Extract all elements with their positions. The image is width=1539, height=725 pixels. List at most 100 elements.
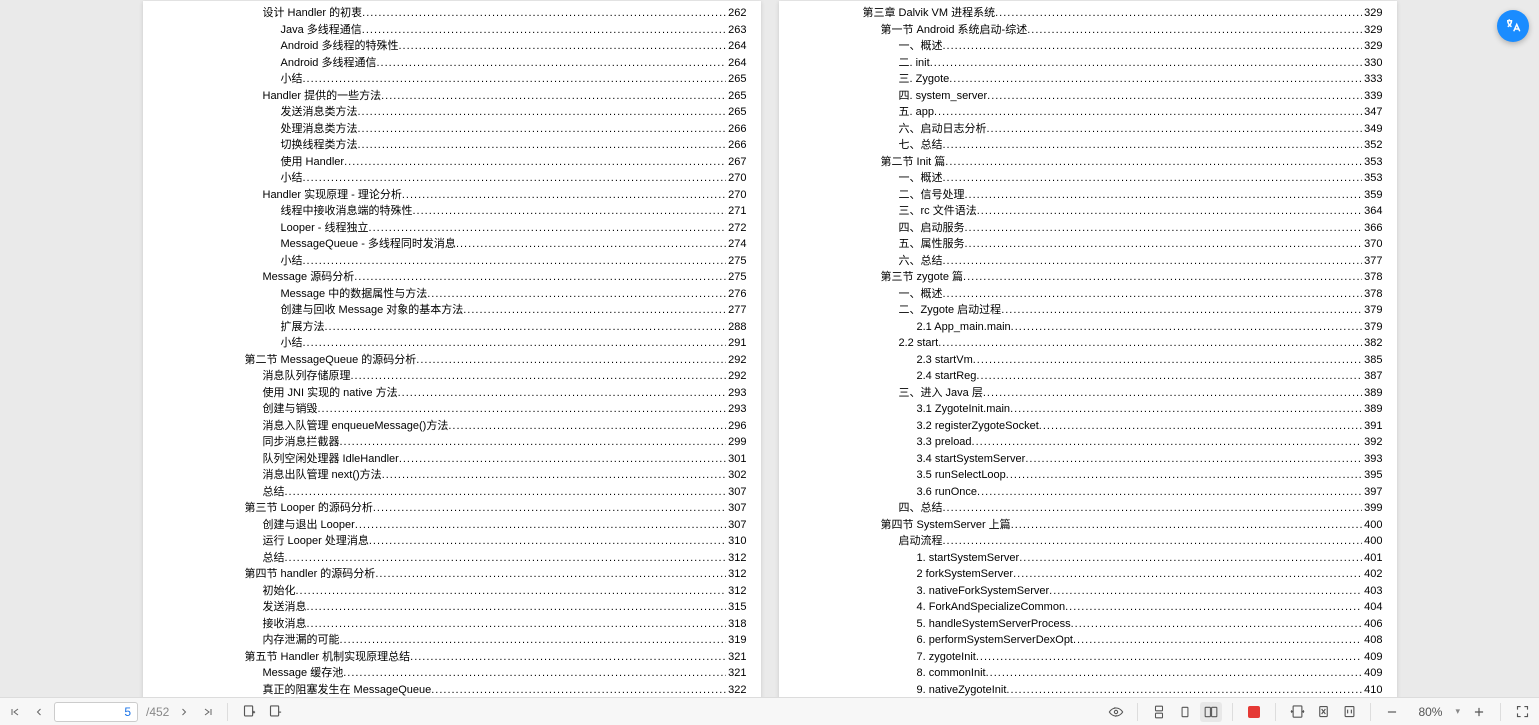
toc-entry[interactable]: Java 多线程通信..............................…: [157, 22, 747, 39]
toc-entry[interactable]: Message 源码分析............................…: [157, 269, 747, 286]
continuous-view-button[interactable]: [1148, 702, 1170, 722]
toc-entry[interactable]: 发送消息....................................…: [157, 599, 747, 616]
eye-protect-button[interactable]: [1105, 702, 1127, 722]
toc-entry[interactable]: 处理消息类方法.................................…: [157, 121, 747, 138]
toc-entry[interactable]: Android 多线程的特殊性.........................…: [157, 38, 747, 55]
toc-entry[interactable]: 7. zygoteInit...........................…: [793, 649, 1383, 666]
toc-entry[interactable]: 内存泄漏的可能.................................…: [157, 632, 747, 649]
remove-note-button[interactable]: [264, 702, 286, 722]
toc-entry[interactable]: 小结......................................…: [157, 71, 747, 88]
add-note-button[interactable]: [238, 702, 260, 722]
chevron-down-icon[interactable]: ▾: [1455, 706, 1460, 717]
toc-entry[interactable]: 三. Zygote...............................…: [793, 71, 1383, 88]
toc-entry[interactable]: 创建与退出 Looper............................…: [157, 517, 747, 534]
toc-entry[interactable]: 运行 Looper 处理消息..........................…: [157, 533, 747, 550]
toc-entry[interactable]: 第四节 handler 的源码分析.......................…: [157, 566, 747, 583]
two-page-button[interactable]: [1200, 702, 1222, 722]
toc-entry[interactable]: 3.4 startSystemServer...................…: [793, 451, 1383, 468]
toc-entry[interactable]: 总结......................................…: [157, 484, 747, 501]
toc-entry[interactable]: 二. init.................................…: [793, 55, 1383, 72]
toc-entry[interactable]: 小结......................................…: [157, 335, 747, 352]
toc-entry[interactable]: 创建与回收 Message 对象的基本方法...................…: [157, 302, 747, 319]
toc-entry[interactable]: 一、概述....................................…: [793, 38, 1383, 55]
toc-entry[interactable]: Message 中的数据属性与方法.......................…: [157, 286, 747, 303]
first-page-button[interactable]: [6, 703, 24, 721]
toc-entry[interactable]: 队列空闲处理器 IdleHandler.....................…: [157, 451, 747, 468]
toc-entry[interactable]: 6. performSystemServerDexOpt............…: [793, 632, 1383, 649]
toc-entry[interactable]: 3.6 runOnce.............................…: [793, 484, 1383, 501]
fit-width-button[interactable]: [1286, 702, 1308, 722]
toc-entry[interactable]: 真正的阻塞发生在 MessageQueue...................…: [157, 682, 747, 699]
toc-entry[interactable]: 一、概述....................................…: [793, 170, 1383, 187]
toc-entry[interactable]: 启动流程....................................…: [793, 533, 1383, 550]
toc-entry[interactable]: 3. nativeForkSystemServer...............…: [793, 583, 1383, 600]
toc-entry[interactable]: 六、启动日志分析................................…: [793, 121, 1383, 138]
toc-entry[interactable]: 1. startSystemServer....................…: [793, 550, 1383, 567]
zoom-in-button[interactable]: [1468, 702, 1490, 722]
toc-entry[interactable]: Message 缓存池.............................…: [157, 665, 747, 682]
toc-entry[interactable]: 五. app..................................…: [793, 104, 1383, 121]
page-left[interactable]: 设计 Handler 的初衷..........................…: [143, 1, 761, 700]
next-page-button[interactable]: [175, 703, 193, 721]
toc-entry[interactable]: 第一节 Android 系统启动-综述.....................…: [793, 22, 1383, 39]
toc-entry[interactable]: 第三节 zygote 篇............................…: [793, 269, 1383, 286]
toc-entry[interactable]: 四、启动服务..................................…: [793, 220, 1383, 237]
fullscreen-button[interactable]: [1511, 702, 1533, 722]
toc-entry[interactable]: Handler 实现原理 - 理论分析.....................…: [157, 187, 747, 204]
toc-entry[interactable]: 扩展方法....................................…: [157, 319, 747, 336]
presentation-button[interactable]: [1243, 702, 1265, 722]
toc-entry[interactable]: 8. commonInit...........................…: [793, 665, 1383, 682]
toc-entry[interactable]: 四、总结....................................…: [793, 500, 1383, 517]
toc-entry[interactable]: 二、Zygote 启动过程...........................…: [793, 302, 1383, 319]
toc-entry[interactable]: 小结......................................…: [157, 170, 747, 187]
toc-entry[interactable]: 三、rc 文件语法...............................…: [793, 203, 1383, 220]
toc-entry[interactable]: 第二节 MessageQueue 的源码分析..................…: [157, 352, 747, 369]
toc-entry[interactable]: 一、概述....................................…: [793, 286, 1383, 303]
toc-entry[interactable]: 第二节 Init 篇..............................…: [793, 154, 1383, 171]
single-page-button[interactable]: [1174, 702, 1196, 722]
toc-entry[interactable]: 3.1 ZygoteInit.main.....................…: [793, 401, 1383, 418]
zoom-level-label[interactable]: 80%: [1407, 705, 1453, 719]
toc-entry[interactable]: 第四节 SystemServer 上篇.....................…: [793, 517, 1383, 534]
actual-size-button[interactable]: [1338, 702, 1360, 722]
toc-entry[interactable]: Handler 提供的一些方法.........................…: [157, 88, 747, 105]
toc-entry[interactable]: 同步消息拦截器.................................…: [157, 434, 747, 451]
toc-entry[interactable]: 四. system_server........................…: [793, 88, 1383, 105]
page-number-input[interactable]: 5: [54, 702, 138, 722]
toc-entry[interactable]: 2 forkSystemServer......................…: [793, 566, 1383, 583]
toc-entry[interactable]: 总结......................................…: [157, 550, 747, 567]
toc-entry[interactable]: 初始化.....................................…: [157, 583, 747, 600]
toc-entry[interactable]: 2.2 start...............................…: [793, 335, 1383, 352]
toc-entry[interactable]: 4. ForkAndSpecializeCommon..............…: [793, 599, 1383, 616]
toc-entry[interactable]: 消息入队管理 enqueueMessage()方法...............…: [157, 418, 747, 435]
toc-entry[interactable]: 切换线程类方法.................................…: [157, 137, 747, 154]
toc-entry[interactable]: 3.3 preload.............................…: [793, 434, 1383, 451]
page-right[interactable]: 第三章 Dalvik VM 进程系统......................…: [779, 1, 1397, 700]
toc-entry[interactable]: 线程中接收消息端的特殊性............................…: [157, 203, 747, 220]
toc-entry[interactable]: 5. handleSystemServerProcess............…: [793, 616, 1383, 633]
prev-page-button[interactable]: [30, 703, 48, 721]
toc-entry[interactable]: 2.4 startReg............................…: [793, 368, 1383, 385]
last-page-button[interactable]: [199, 703, 217, 721]
toc-entry[interactable]: 2.3 startVm.............................…: [793, 352, 1383, 369]
toc-entry[interactable]: 2.1 App_main.main.......................…: [793, 319, 1383, 336]
toc-entry[interactable]: 消息出队管理 next()方法.........................…: [157, 467, 747, 484]
toc-entry[interactable]: MessageQueue - 多线程同时发消息.................…: [157, 236, 747, 253]
toc-entry[interactable]: 使用 Handler..............................…: [157, 154, 747, 171]
toc-entry[interactable]: 第五节 Handler 机制实现原理总结....................…: [157, 649, 747, 666]
zoom-out-button[interactable]: [1381, 702, 1403, 722]
toc-entry[interactable]: 9. nativeZygoteInit.....................…: [793, 682, 1383, 699]
fit-page-button[interactable]: [1312, 702, 1334, 722]
toc-entry[interactable]: 二、信号处理..................................…: [793, 187, 1383, 204]
toc-entry[interactable]: Looper - 线程独立...........................…: [157, 220, 747, 237]
toc-entry[interactable]: Android 多线程通信...........................…: [157, 55, 747, 72]
toc-entry[interactable]: 3.5 runSelectLoop.......................…: [793, 467, 1383, 484]
toc-entry[interactable]: 第三节 Looper 的源码分析........................…: [157, 500, 747, 517]
toc-entry[interactable]: 接收消息....................................…: [157, 616, 747, 633]
translate-floating-button[interactable]: [1497, 10, 1529, 42]
toc-entry[interactable]: 小结......................................…: [157, 253, 747, 270]
toc-entry[interactable]: 使用 JNI 实现的 native 方法....................…: [157, 385, 747, 402]
toc-entry[interactable]: 六、总结....................................…: [793, 253, 1383, 270]
toc-entry[interactable]: 七、总结....................................…: [793, 137, 1383, 154]
toc-entry[interactable]: 第三章 Dalvik VM 进程系统......................…: [793, 5, 1383, 22]
